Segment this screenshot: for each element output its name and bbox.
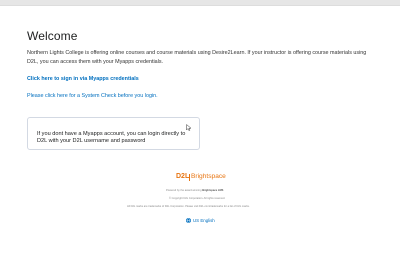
page-title: Welcome — [27, 29, 78, 43]
brightspace-logo-text: Brightspace — [191, 173, 226, 180]
footer-powered-prefix: Powered by the award-winning — [166, 189, 202, 192]
intro-text: Northern Lights College is offering onli… — [27, 50, 367, 65]
d2l-login-toggle[interactable]: If you dont have a Myapps account, you c… — [27, 117, 200, 150]
footer-powered-product: Brightspace LMS — [202, 189, 224, 192]
logo-divider — [189, 174, 190, 181]
d2l-brightspace-logo: D2L Brightspace — [176, 173, 226, 183]
login-page: Welcome Northern Lights College is offer… — [0, 6, 400, 279]
language-selector[interactable]: US English — [186, 216, 215, 224]
footer-powered-by: Powered by the award-winning Brightspace… — [166, 189, 223, 192]
d2l-logo-text: D2L — [176, 173, 190, 180]
cursor-icon — [186, 124, 192, 131]
footer-copyright: © Copyright D2L Corporation. All rights … — [169, 197, 226, 200]
footer-trademark: All D2L marks are trademarks of D2L Corp… — [127, 205, 250, 208]
signin-myapps-link[interactable]: Click here to sign in via Myapps credent… — [27, 76, 139, 82]
d2l-login-toggle-label: If you dont have a Myapps account, you c… — [37, 131, 186, 145]
language-label: US English — [193, 217, 215, 223]
system-check-link[interactable]: Please click here for a System Check bef… — [27, 93, 158, 99]
globe-icon — [186, 217, 191, 223]
